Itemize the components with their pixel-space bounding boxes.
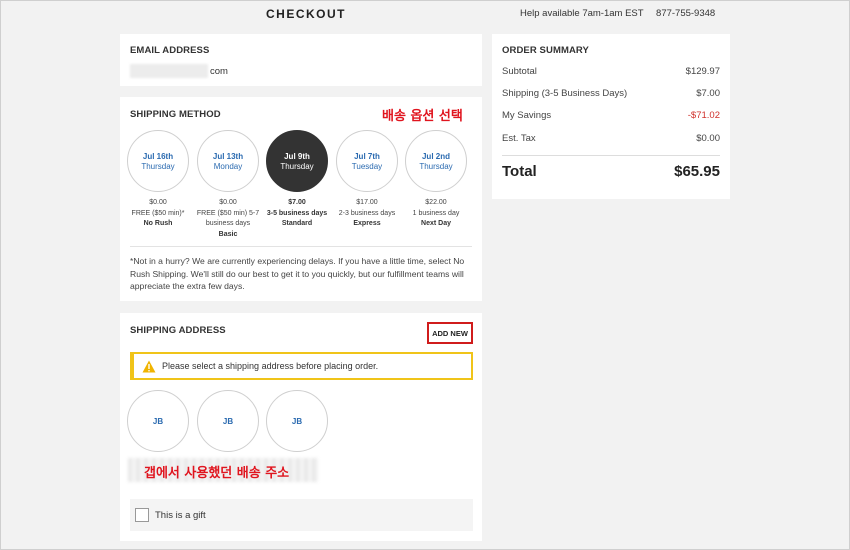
summary-label: Est. Tax [502, 133, 536, 144]
annotation-shipping-option: 배송 옵션 선택 [382, 109, 463, 124]
add-new-button[interactable]: ADD NEW [427, 322, 473, 344]
ship-info: $0.00 FREE ($50 min) 5-7 business days B… [196, 198, 260, 240]
ship-name: Basic [218, 230, 238, 238]
alert-text: Please select a shipping address before … [162, 361, 379, 371]
header: CHECKOUT Help available 7am-1am EST 877-… [0, 0, 850, 30]
summary-value: -$71.02 [687, 110, 720, 121]
divider [130, 246, 472, 247]
page-title: CHECKOUT [266, 7, 346, 21]
summary-label: Subtotal [502, 66, 537, 77]
shipping-note: *Not in a hurry? We are currently experi… [130, 256, 465, 291]
gift-checkbox[interactable] [135, 508, 149, 522]
ship-time: FREE ($50 min) 5-7 business days [196, 209, 260, 228]
summary-value: $0.00 [696, 133, 720, 144]
shipping-address-section: SHIPPING ADDRESS ADD NEW Please select a… [120, 313, 482, 541]
email-section: EMAIL ADDRESS com [120, 34, 482, 86]
saved-address-1[interactable]: JB [127, 390, 189, 452]
ship-name: Standard [281, 220, 313, 227]
ship-date: Jul 16th [142, 151, 174, 161]
shipping-option-circle[interactable]: Jul 13th Monday [197, 130, 259, 192]
ship-time: 3-5 business days [266, 209, 328, 217]
shipping-option-circle[interactable]: Jul 9th Thursday [266, 130, 328, 192]
ship-day: Thursday [280, 161, 314, 171]
ship-day: Monday [213, 161, 243, 171]
ship-date: Jul 13th [212, 151, 244, 161]
ship-date: Jul 9th [284, 151, 310, 161]
divider [502, 155, 720, 156]
order-summary-title: ORDER SUMMARY [502, 45, 589, 56]
ship-price: $0.00 [219, 199, 237, 206]
shipping-option-next-day[interactable]: Jul 2nd Thursday $22.00 1 business day N… [404, 130, 468, 230]
warning-icon [142, 360, 156, 372]
ship-price: $0.00 [149, 199, 167, 206]
help-info: Help available 7am-1am EST 877-755-9348 [520, 8, 715, 19]
shipping-method-section: SHIPPING METHOD 배송 옵션 선택 Jul 16th Thursd… [120, 97, 482, 301]
ship-info: $17.00 2-3 business days Express [335, 198, 399, 230]
gift-label: This is a gift [155, 509, 206, 521]
summary-value: $7.00 [696, 88, 720, 99]
email-redacted [130, 64, 208, 78]
ship-day: Thursday [419, 161, 453, 171]
address-alert: Please select a shipping address before … [130, 352, 473, 380]
shipping-option-no-rush[interactable]: Jul 16th Thursday $0.00 FREE ($50 min)* … [126, 130, 190, 230]
shipping-option-circle[interactable]: Jul 2nd Thursday [405, 130, 467, 192]
help-text: Help available 7am-1am EST [520, 8, 644, 19]
shipping-option-express[interactable]: Jul 7th Tuesday $17.00 2-3 business days… [335, 130, 399, 230]
ship-info: $22.00 1 business day Next Day [404, 198, 468, 230]
shipping-option-basic[interactable]: Jul 13th Monday $0.00 FREE ($50 min) 5-7… [196, 130, 260, 240]
saved-address-2[interactable]: JB [197, 390, 259, 452]
ship-info: $0.00 FREE ($50 min)* No Rush [126, 198, 190, 230]
saved-address-3[interactable]: JB [266, 390, 328, 452]
total-value: $65.95 [674, 163, 720, 180]
gift-option[interactable]: This is a gift [130, 499, 473, 531]
ship-name: Express [353, 220, 381, 227]
ship-price: $22.00 [425, 199, 447, 206]
ship-price: $17.00 [356, 199, 378, 206]
ship-date: Jul 7th [354, 151, 380, 161]
summary-value: $129.97 [685, 66, 720, 77]
order-summary-section: ORDER SUMMARY Subtotal $129.97 Shipping … [492, 34, 730, 199]
shipping-method-title: SHIPPING METHOD [130, 109, 221, 120]
ship-day: Thursday [141, 161, 175, 171]
ship-date: Jul 2nd [421, 151, 450, 161]
shipping-options: Jul 16th Thursday $0.00 FREE ($50 min)* … [126, 130, 476, 240]
annotation-saved-address: 갭에서 사용했던 배송 주소 [144, 466, 290, 481]
total-label: Total [502, 163, 537, 180]
shipping-option-standard[interactable]: Jul 9th Thursday $7.00 3-5 business days… [265, 130, 329, 230]
ship-time: FREE ($50 min)* [131, 209, 185, 217]
email-title: EMAIL ADDRESS [130, 45, 210, 56]
summary-label: Shipping (3-5 Business Days) [502, 88, 628, 99]
shipping-address-title: SHIPPING ADDRESS [130, 325, 226, 336]
ship-name: No Rush [143, 220, 173, 227]
ship-time: 1 business day [412, 209, 460, 217]
email-domain: com [210, 66, 228, 77]
ship-day: Tuesday [351, 161, 383, 171]
ship-price: $7.00 [288, 199, 306, 206]
phone-link[interactable]: 877-755-9348 [656, 8, 715, 19]
ship-time: 2-3 business days [338, 209, 396, 217]
ship-info: $7.00 3-5 business days Standard [265, 198, 329, 230]
shipping-option-circle[interactable]: Jul 7th Tuesday [336, 130, 398, 192]
summary-label: My Savings [502, 110, 552, 121]
ship-name: Next Day [421, 220, 451, 227]
shipping-option-circle[interactable]: Jul 16th Thursday [127, 130, 189, 192]
